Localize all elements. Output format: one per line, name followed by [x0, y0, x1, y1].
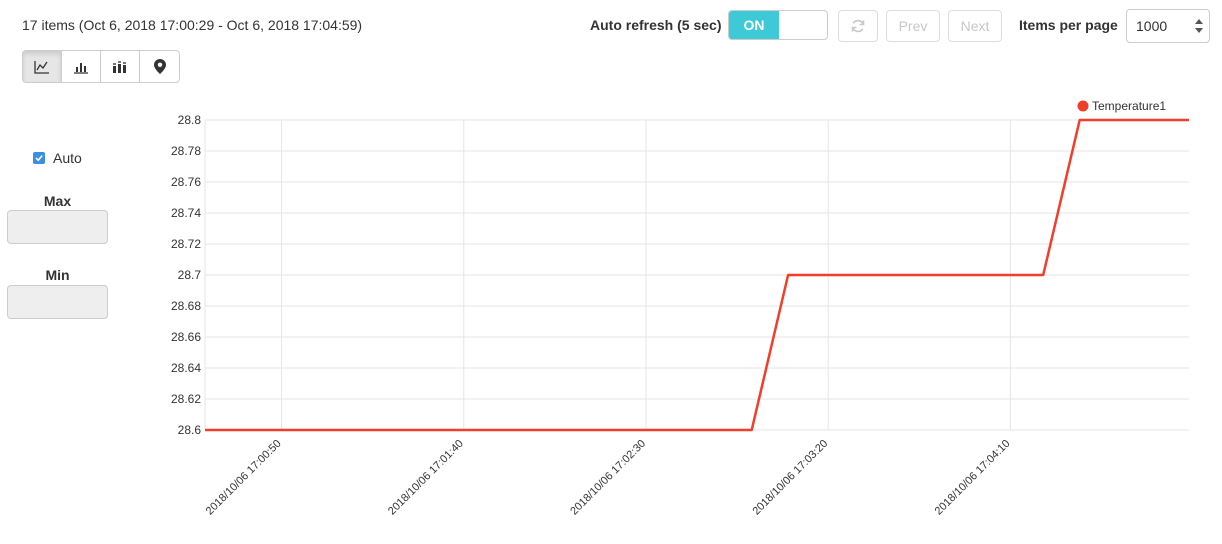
legend-label: Temperature1 [1092, 99, 1166, 113]
y-tick-label: 28.66 [171, 330, 201, 344]
x-tick-label: 2018/10/06 17:01:40 [386, 438, 466, 518]
y-tick-label: 28.68 [171, 299, 201, 313]
y-tick-label: 28.7 [178, 268, 202, 282]
legend-marker [1077, 100, 1089, 112]
y-tick-label: 28.8 [178, 113, 202, 127]
x-tick-label: 2018/10/06 17:04:10 [933, 438, 1013, 518]
temperature-line-chart: 28.8 28.78 28.76 28.74 28.72 28.7 28.68 28.66 28… [171, 99, 1189, 518]
x-tick-label: 2018/10/06 17:03:20 [750, 438, 830, 518]
y-tick-label: 28.74 [171, 206, 201, 220]
y-tick-label: 28.78 [171, 144, 201, 158]
y-tick-label: 28.76 [171, 175, 201, 189]
y-tick-label: 28.72 [171, 237, 201, 251]
y-tick-label: 28.6 [178, 423, 202, 437]
y-tick-label: 28.62 [171, 392, 201, 406]
x-tick-label: 2018/10/06 17:00:50 [204, 438, 284, 518]
x-tick-label: 2018/10/06 17:02:30 [568, 438, 648, 518]
y-tick-label: 28.64 [171, 361, 201, 375]
